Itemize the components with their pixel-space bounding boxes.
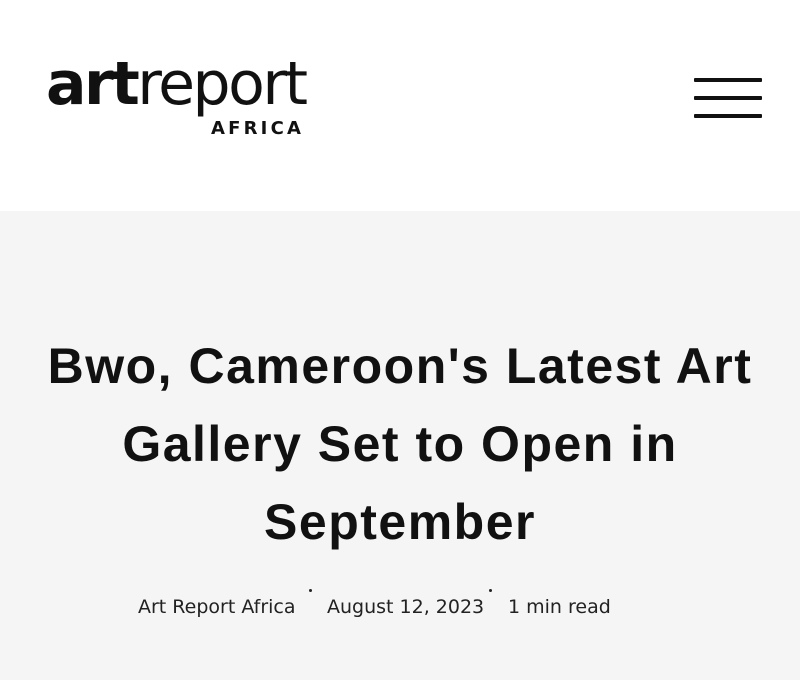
site-header: artreport AFRICA [0, 0, 800, 211]
article-hero: Bwo, Cameroon's Latest Art Gallery Set t… [0, 211, 800, 680]
article-title: Bwo, Cameroon's Latest Art Gallery Set t… [47, 338, 753, 550]
logo-report-text: report [137, 49, 308, 119]
meta-separator-dot [309, 589, 312, 592]
logo-art-text: art [46, 49, 140, 119]
article-meta: Art Report Africa August 12, 2023 1 min … [0, 589, 800, 622]
site-logo[interactable]: artreport AFRICA [46, 48, 318, 148]
article-read-time: 1 min read [508, 596, 611, 618]
menu-line-top [694, 78, 762, 82]
logo-subtitle: AFRICA [211, 118, 305, 139]
menu-line-middle [694, 96, 762, 100]
article-date: August 12, 2023 [327, 596, 485, 618]
article-author[interactable]: Art Report Africa [138, 596, 296, 618]
hamburger-menu-icon[interactable] [694, 78, 762, 122]
meta-separator-dot [489, 589, 492, 592]
logo-wordmark: artreport [46, 48, 308, 120]
menu-line-bottom [694, 114, 762, 118]
